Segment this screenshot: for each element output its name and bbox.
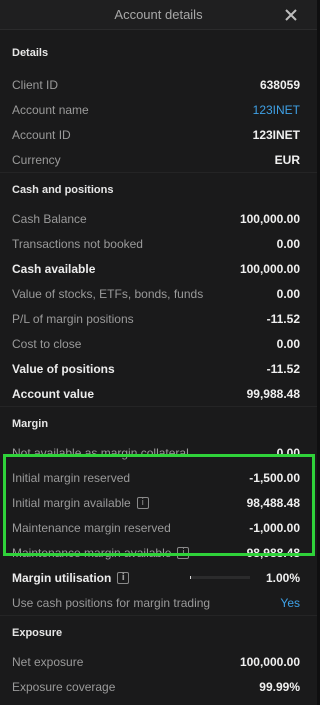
currency-row: Currency EUR	[0, 147, 317, 172]
margin-utilisation-bar	[189, 576, 250, 579]
maintenance-margin-reserved-row: Maintenance margin reserved -1,000.00	[0, 515, 317, 540]
value-stocks-row: Value of stocks, ETFs, bonds, funds 0.00	[0, 281, 317, 306]
cost-to-close-row: Cost to close 0.00	[0, 331, 317, 356]
margin-utilisation-row: Margin utilisation i 1.00%	[0, 565, 317, 590]
exposure-coverage-row: Exposure coverage 99.99%	[0, 674, 317, 699]
cash-balance-value: 100,000.00	[239, 211, 300, 226]
value-positions-row: Value of positions -11.52	[0, 356, 317, 381]
transactions-not-booked-value: 0.00	[276, 236, 300, 251]
initial-margin-available-label-wrap: Initial margin available i	[12, 496, 149, 510]
account-id-row: Account ID 123INET	[0, 122, 317, 147]
currency-label: Currency	[12, 152, 61, 167]
info-icon[interactable]: i	[136, 496, 149, 509]
not-available-collateral-label: Not available as margin collateral	[12, 445, 189, 460]
maintenance-margin-available-label-wrap: Maintenance margin available i	[12, 545, 190, 560]
client-id-value: 638059	[259, 77, 300, 92]
account-name-row: Account name 123INET	[0, 97, 317, 122]
margin-utilisation-value: 1.00%	[265, 570, 300, 585]
initial-margin-reserved-row: Initial margin reserved -1,500.00	[0, 465, 317, 490]
client-id-row: Client ID 638059	[0, 72, 317, 97]
account-name-label: Account name	[12, 102, 89, 117]
maintenance-margin-available-value: 98,988.48	[246, 545, 300, 560]
use-cash-margin-label: Use cash positions for margin trading	[12, 595, 211, 610]
exposure-coverage-label: Exposure coverage	[12, 679, 116, 694]
account-id-label: Account ID	[12, 127, 71, 142]
close-icon[interactable]	[281, 4, 301, 26]
net-exposure-value: 100,000.00	[239, 654, 300, 669]
window-title: Account details	[114, 7, 203, 22]
pl-margin-row: P/L of margin positions -11.52	[0, 306, 317, 331]
maintenance-margin-reserved-label: Maintenance margin reserved	[12, 520, 171, 535]
pl-margin-value: -11.52	[266, 311, 300, 326]
currency-value: EUR	[274, 152, 300, 167]
value-positions-value: -11.52	[266, 361, 300, 376]
info-icon[interactable]: i	[177, 546, 190, 559]
initial-margin-available-value: 98,488.48	[246, 495, 300, 510]
cash-available-label: Cash available	[12, 261, 96, 276]
info-icon[interactable]: i	[117, 571, 130, 584]
cash-balance-row: Cash Balance 100,000.00	[0, 206, 317, 231]
initial-margin-reserved-value: -1,500.00	[249, 470, 300, 485]
value-stocks-label: Value of stocks, ETFs, bonds, funds	[12, 286, 204, 301]
value-positions-label: Value of positions	[12, 361, 115, 376]
section-heading-cash: Cash and positions	[0, 172, 317, 206]
initial-margin-available-row: Initial margin available i 98,488.48	[0, 490, 317, 515]
account-details-panel: Account details Details Client ID 638059…	[0, 0, 317, 705]
cash-balance-label: Cash Balance	[12, 211, 87, 226]
margin-utilisation-fill	[189, 576, 192, 579]
transactions-not-booked-label: Transactions not booked	[12, 236, 143, 251]
cash-available-row: Cash available 100,000.00	[0, 256, 317, 281]
value-stocks-value: 0.00	[276, 286, 300, 301]
initial-margin-reserved-label: Initial margin reserved	[12, 470, 131, 485]
client-id-label: Client ID	[12, 77, 59, 92]
cost-to-close-value: 0.00	[276, 336, 300, 351]
net-exposure-row: Net exposure 100,000.00	[0, 649, 317, 674]
maintenance-margin-available-row: Maintenance margin available i 98,988.48	[0, 540, 317, 565]
section-heading-margin: Margin	[0, 406, 317, 440]
title-bar: Account details	[0, 0, 317, 30]
maintenance-margin-available-label: Maintenance margin available	[12, 545, 172, 560]
margin-utilisation-label: Margin utilisation	[12, 570, 112, 585]
section-heading-exposure: Exposure	[0, 615, 317, 649]
use-cash-margin-toggle[interactable]: Yes	[280, 596, 300, 610]
account-id-value: 123INET	[252, 127, 300, 142]
margin-utilisation-indicator: 1.00%	[189, 570, 300, 585]
initial-margin-available-label: Initial margin available	[12, 495, 131, 510]
not-available-collateral-row: Not available as margin collateral 0.00	[0, 440, 317, 465]
account-name-link[interactable]: 123INET	[253, 103, 300, 117]
maintenance-margin-reserved-value: -1,000.00	[249, 520, 300, 535]
account-value-row: Account value 99,988.48	[0, 381, 317, 406]
transactions-not-booked-row: Transactions not booked 0.00	[0, 231, 317, 256]
account-value-label: Account value	[12, 386, 95, 401]
cash-available-value: 100,000.00	[239, 261, 300, 276]
cost-to-close-label: Cost to close	[12, 336, 82, 351]
pl-margin-label: P/L of margin positions	[12, 311, 134, 326]
not-available-collateral-value: 0.00	[276, 445, 300, 460]
exposure-coverage-value: 99.99%	[259, 679, 300, 694]
margin-utilisation-label-wrap: Margin utilisation i	[12, 570, 130, 585]
section-heading-details: Details	[12, 47, 49, 59]
use-cash-margin-row: Use cash positions for margin trading Ye…	[0, 590, 317, 615]
account-value-value: 99,988.48	[246, 386, 300, 401]
net-exposure-label: Net exposure	[12, 654, 84, 669]
